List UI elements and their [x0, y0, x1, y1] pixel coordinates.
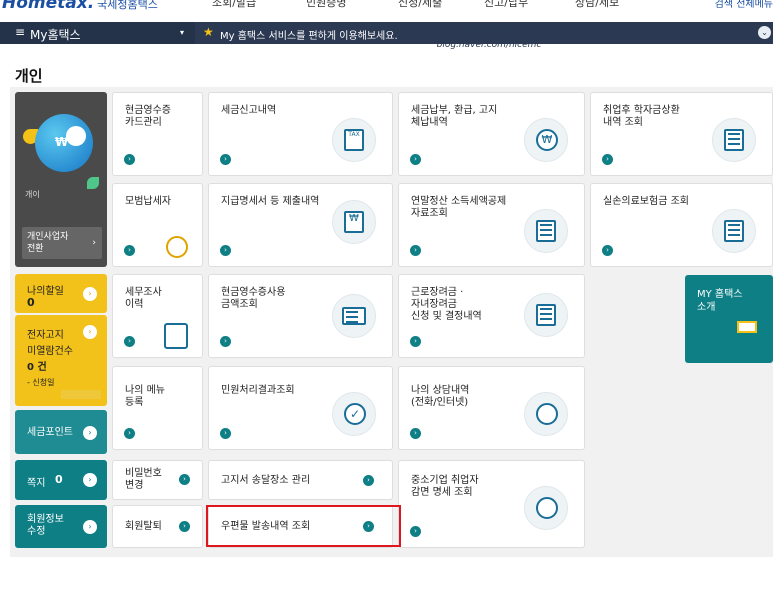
my-consult-card[interactable]: 나의 상담내역 (전화/인터넷) › [398, 366, 585, 450]
chevron-down-icon: ▾ [180, 28, 185, 37]
cash-receipt-card[interactable]: 현금영수증 카드관리 › [112, 92, 203, 176]
arrow-icon: › [83, 473, 97, 487]
spreadsheet-icon [524, 209, 568, 253]
nav-item-2[interactable]: 민원증명 [306, 0, 346, 10]
message-card[interactable]: 쪽지 0 › [15, 460, 107, 500]
arrow-icon: › [83, 520, 97, 534]
navbar-message: My 홈택스 서비스를 편하게 이용해보세요. [220, 31, 398, 42]
postal-history-card[interactable]: 우편물 발송내역 조회 › [208, 505, 393, 548]
tax-document-icon: TAX [332, 118, 376, 162]
go-icon: › [602, 245, 613, 256]
go-icon: › [410, 526, 421, 537]
year-end-card[interactable]: 연말정산 소득세액공제 자료조회 › [398, 183, 585, 267]
blog-watermark: ☺작은행복 blog.naver.com/nicemc [436, 23, 542, 50]
insurance-card[interactable]: 실손의료보험금 조회 › [590, 183, 773, 267]
sme-reduction-card[interactable]: 중소기업 취업자 감면 명세 조회 › [398, 460, 585, 548]
tax-payment-card[interactable]: 세금납부, 환급, 고지 체납내역 ₩ › [398, 92, 585, 176]
cash-receipt-amount-card[interactable]: 현금영수증사용 금액조회 › [208, 274, 393, 358]
profile-panel: ₩ 개이 개인사업자 전환 › [15, 92, 107, 267]
tax-points-card[interactable]: 세금포인트 › [15, 410, 107, 454]
expand-icon[interactable]: ⌄ [758, 26, 771, 39]
tax-return-card[interactable]: 세금신고내역 TAX › [208, 92, 393, 176]
member-info-card[interactable]: 회원정보 수정 › [15, 505, 107, 548]
won-document-icon: ₩ [332, 200, 376, 244]
go-icon: › [124, 428, 135, 439]
go-icon: › [220, 428, 231, 439]
receipt-icon [332, 294, 376, 338]
user-search-icon [524, 486, 568, 530]
go-icon: › [124, 336, 135, 347]
search-menu-links[interactable]: 검색 전체메뉴 [715, 0, 773, 10]
check-circle-icon: ✓ [332, 392, 376, 436]
go-icon: › [220, 154, 231, 165]
go-icon: › [363, 521, 374, 532]
notice-address-card[interactable]: 고지서 송달장소 관리 › [208, 460, 393, 500]
hamburger-icon: ≡ [15, 25, 26, 39]
go-icon: › [179, 521, 190, 532]
go-icon: › [363, 475, 374, 486]
medal-icon [166, 236, 188, 258]
my-hometax-menu-button[interactable]: ≡ My홈택스 ▾ [0, 22, 195, 44]
top-header: Hometax. 국세청홈택스 조회/발급 민원증명 신청/제출 신고/납부 상담… [0, 0, 773, 22]
star-icon: ★ [203, 25, 214, 39]
go-icon: › [410, 245, 421, 256]
nav-item-4[interactable]: 신고/납부 [484, 0, 528, 10]
go-icon: › [220, 245, 231, 256]
signboard-icon [737, 321, 757, 333]
nav-item-5[interactable]: 상담/제보 [575, 0, 619, 10]
work-incentive-card[interactable]: 근로장려금 · 자녀장려금 신청 및 결정내역 › [398, 274, 585, 358]
go-icon: › [124, 154, 135, 165]
nav-item-1[interactable]: 조회/발급 [212, 0, 256, 10]
arrow-icon: › [83, 426, 97, 440]
section-title: 개인 [15, 67, 43, 85]
notebook-icon [164, 323, 188, 349]
book-icon [524, 293, 568, 337]
headset-icon [524, 392, 568, 436]
my-menu-card[interactable]: 나의 메뉴 등록 › [112, 366, 203, 450]
my-hometax-navbar: ≡ My홈택스 ▾ ★ My 홈택스 서비스를 편하게 이용해보세요. ⌄ [0, 22, 773, 44]
arrow-icon: › [83, 325, 97, 339]
payment-statement-card[interactable]: 지급명세서 등 제출내역 ₩ › [208, 183, 393, 267]
go-icon: › [124, 245, 135, 256]
switch-business-button[interactable]: 개인사업자 전환 › [22, 227, 102, 259]
hometax-logo[interactable]: Hometax. 국세청홈택스 [2, 0, 158, 13]
user-type: 개이 [25, 190, 40, 199]
my-todo-card[interactable]: 나의할일 0 › [15, 274, 107, 313]
my-hometax-intro-card[interactable]: MY 홈택스 소개 [685, 275, 773, 363]
go-icon: › [220, 336, 231, 347]
arrow-icon: › [83, 287, 97, 301]
medical-search-icon [712, 209, 756, 253]
go-icon: › [410, 336, 421, 347]
student-loan-card[interactable]: 취업후 학자금상환 내역 조회 › [590, 92, 773, 176]
menu-label: My홈택스 [30, 28, 81, 42]
withdraw-card[interactable]: 회원탈퇴 › [112, 505, 203, 548]
chevron-right-icon: › [92, 238, 96, 248]
model-taxpayer-card[interactable]: 모범납세자 › [112, 183, 203, 267]
password-change-card[interactable]: 비밀번호 변경 › [112, 460, 203, 500]
go-icon: › [602, 154, 613, 165]
book-icon [712, 118, 756, 162]
go-icon: › [410, 154, 421, 165]
go-icon: › [179, 474, 190, 485]
globe-character-icon: ₩ [35, 114, 93, 172]
won-coin-icon: ₩ [524, 118, 568, 162]
nav-item-3[interactable]: 신청/제출 [398, 0, 442, 10]
leaf-icon-green [87, 177, 99, 189]
redacted-area [61, 390, 101, 399]
go-icon: › [410, 428, 421, 439]
tax-audit-card[interactable]: 세무조사 이력 › [112, 274, 203, 358]
civil-result-card[interactable]: 민원처리결과조회 ✓ › [208, 366, 393, 450]
